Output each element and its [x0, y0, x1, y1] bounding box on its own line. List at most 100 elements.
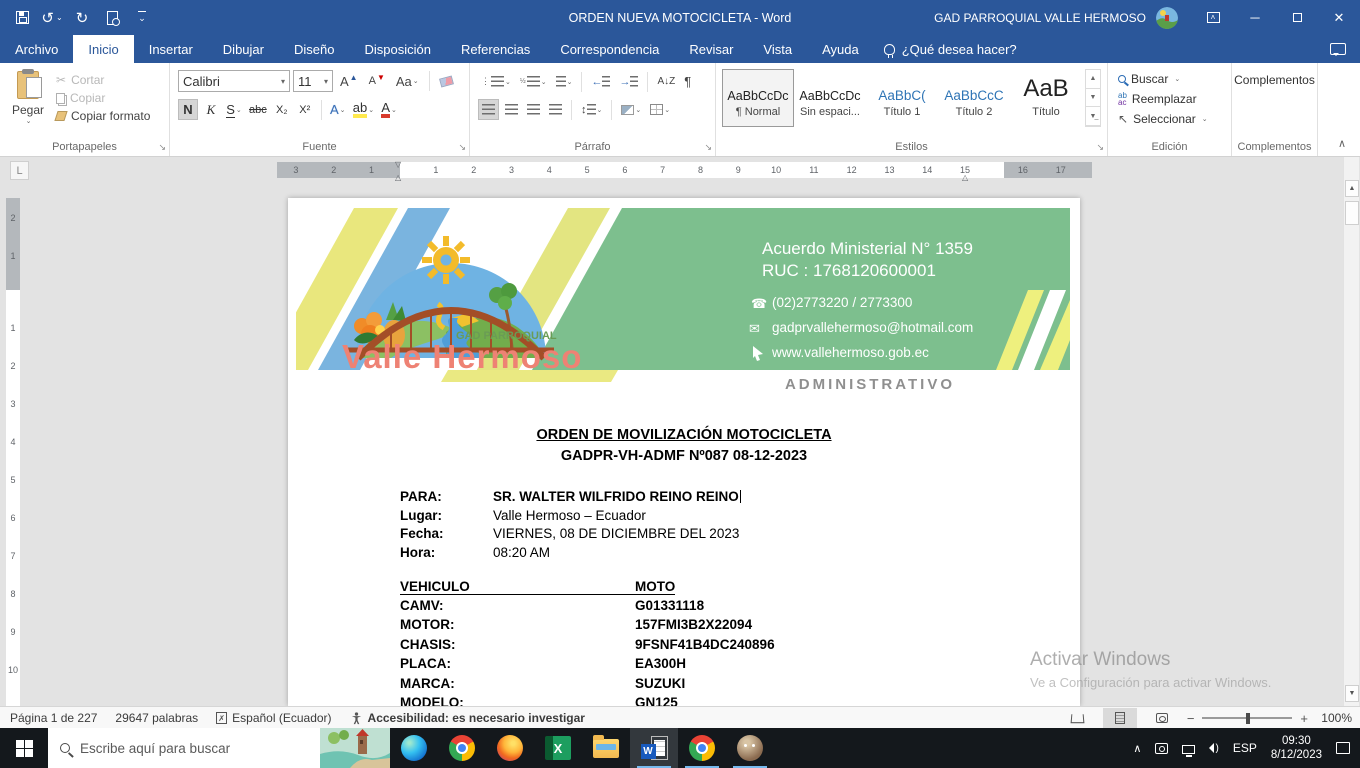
shrink-font-button[interactable]: A▼	[365, 74, 389, 88]
justify-button[interactable]	[546, 99, 565, 120]
italic-button[interactable]: K	[201, 99, 221, 120]
first-line-indent-marker[interactable]: ▽	[395, 160, 401, 169]
dialog-launcher-icon[interactable]: ↘	[1096, 143, 1104, 152]
styles-scroll-up[interactable]: ▲	[1086, 70, 1100, 89]
dialog-launcher-icon[interactable]: ↘	[458, 143, 466, 152]
account-name[interactable]: GAD PARROQUIAL VALLE HERMOSO	[934, 11, 1146, 25]
volume-icon[interactable]: )	[1209, 743, 1218, 754]
print-preview-button[interactable]	[100, 6, 124, 30]
scroll-up-button[interactable]: ▲	[1345, 180, 1359, 197]
undo-button[interactable]: ↺⌄	[40, 6, 64, 30]
save-button[interactable]	[10, 6, 34, 30]
tab-selector[interactable]: L	[10, 161, 29, 180]
ribbon-display-options-button[interactable]: ˄	[1192, 0, 1234, 35]
tab-correspondencia[interactable]: Correspondencia	[545, 35, 674, 63]
scroll-down-button[interactable]: ▼	[1345, 685, 1359, 702]
dialog-launcher-icon[interactable]: ↘	[704, 143, 712, 152]
cut-button[interactable]: ✂Cortar	[56, 73, 150, 87]
tab-archivo[interactable]: Archivo	[0, 35, 73, 63]
clock[interactable]: 09:30 8/12/2023	[1271, 734, 1322, 763]
taskbar-chrome[interactable]	[438, 728, 486, 768]
search-highlight-image[interactable]	[320, 728, 390, 768]
taskbar-gimp[interactable]	[726, 728, 774, 768]
restore-button[interactable]	[1276, 0, 1318, 35]
style-card-titulo[interactable]: AaB Título	[1010, 69, 1082, 127]
minimize-button[interactable]: ─	[1234, 0, 1276, 35]
subscript-button[interactable]: X₂	[272, 99, 292, 120]
taskbar-firefox[interactable]	[486, 728, 534, 768]
numbering-button[interactable]: ½⌄	[517, 71, 550, 92]
vertical-scrollbar[interactable]: ▲ ▼	[1343, 157, 1359, 706]
change-case-button[interactable]: Aa⌄	[392, 73, 423, 90]
network-icon[interactable]	[1182, 745, 1195, 754]
font-family-select[interactable]: Calibri▾	[178, 70, 290, 92]
font-size-select[interactable]: 11▾	[293, 70, 333, 92]
bullets-button[interactable]: ⋮⌄	[478, 71, 514, 92]
tray-expand-icon[interactable]: ∧	[1133, 742, 1141, 755]
pilcrow-button[interactable]: ¶	[681, 71, 694, 92]
read-mode-button[interactable]	[1061, 708, 1095, 728]
feedback-icon[interactable]	[1330, 43, 1346, 55]
zoom-level[interactable]: 100%	[1316, 711, 1352, 725]
format-painter-button[interactable]: Copiar formato	[56, 109, 150, 123]
tab-insertar[interactable]: Insertar	[134, 35, 208, 63]
tray-app-icon[interactable]	[1155, 743, 1168, 754]
right-indent-marker[interactable]: △	[962, 173, 968, 182]
document-page[interactable]: GAD PARROQUIAL Valle Hermoso Acuerdo Min…	[288, 198, 1080, 706]
close-button[interactable]: ✕	[1318, 0, 1360, 35]
taskbar-word[interactable]: W	[630, 728, 678, 768]
select-button[interactable]: ↖Seleccionar⌄	[1118, 109, 1231, 129]
language-indicator[interactable]: ESP	[1233, 741, 1257, 755]
zoom-slider[interactable]	[1202, 717, 1292, 719]
highlight-button[interactable]: ab⌄	[351, 99, 376, 120]
align-right-button[interactable]	[524, 99, 543, 120]
shading-button[interactable]: ⌄	[618, 99, 644, 120]
customize-quick-access-button[interactable]: ⌄	[130, 6, 154, 30]
copy-button[interactable]: Copiar	[56, 91, 150, 105]
start-button[interactable]	[0, 728, 48, 768]
font-color-button[interactable]: A⌄	[379, 99, 399, 120]
decrease-indent-button[interactable]: ←	[588, 71, 613, 92]
avatar[interactable]	[1156, 7, 1178, 29]
line-spacing-button[interactable]: ↕⌄	[578, 99, 605, 120]
taskbar-excel[interactable]: X	[534, 728, 582, 768]
action-center-icon[interactable]	[1336, 742, 1350, 754]
underline-button[interactable]: S⌄	[224, 99, 244, 120]
align-left-button[interactable]	[478, 99, 499, 120]
replace-button[interactable]: abacReemplazar	[1118, 89, 1231, 109]
redo-button[interactable]: ↻	[70, 6, 94, 30]
clear-formatting-button[interactable]	[436, 76, 457, 87]
text-effects-button[interactable]: A⌄	[328, 99, 348, 120]
grow-font-button[interactable]: A▲	[336, 73, 362, 90]
taskbar-search[interactable]: Escribe aquí para buscar	[48, 728, 390, 768]
accessibility-status[interactable]: Accesibilidad: es necesario investigar	[350, 711, 585, 725]
taskbar-explorer[interactable]	[582, 728, 630, 768]
align-center-button[interactable]	[502, 99, 521, 120]
zoom-out-button[interactable]: −	[1187, 711, 1195, 726]
zoom-in-button[interactable]: +	[1300, 711, 1308, 726]
collapse-ribbon-button[interactable]: ∧	[1338, 137, 1346, 150]
increase-indent-button[interactable]: →	[616, 71, 641, 92]
tab-inicio[interactable]: Inicio	[73, 35, 133, 63]
borders-button[interactable]: ⌄	[647, 99, 673, 120]
web-layout-button[interactable]	[1145, 708, 1179, 728]
tell-me-box[interactable]: ¿Qué desea hacer?	[874, 35, 1027, 63]
tab-disposicion[interactable]: Disposición	[349, 35, 445, 63]
styles-gallery-more[interactable]: ▼̲	[1086, 107, 1100, 126]
style-card-normal[interactable]: AaBbCcDc ¶ Normal	[722, 69, 794, 127]
tab-revisar[interactable]: Revisar	[674, 35, 748, 63]
taskbar-chrome-app[interactable]	[678, 728, 726, 768]
tab-vista[interactable]: Vista	[748, 35, 807, 63]
bold-button[interactable]: N	[178, 99, 198, 120]
taskbar-edge[interactable]	[390, 728, 438, 768]
style-card-titulo1[interactable]: AaBbC( Título 1	[866, 69, 938, 127]
strikethrough-button[interactable]: abc	[247, 99, 269, 120]
styles-scroll-down[interactable]: ▼	[1086, 89, 1100, 108]
proofing-status[interactable]: ✗Español (Ecuador)	[216, 711, 331, 725]
tab-dibujar[interactable]: Dibujar	[208, 35, 279, 63]
sort-button[interactable]: A↓Z	[654, 71, 678, 92]
print-layout-button[interactable]	[1103, 708, 1137, 728]
scrollbar-thumb[interactable]	[1345, 201, 1359, 225]
vertical-ruler[interactable]: 21 12345678910	[6, 198, 20, 706]
dialog-launcher-icon[interactable]: ↘	[158, 143, 166, 152]
